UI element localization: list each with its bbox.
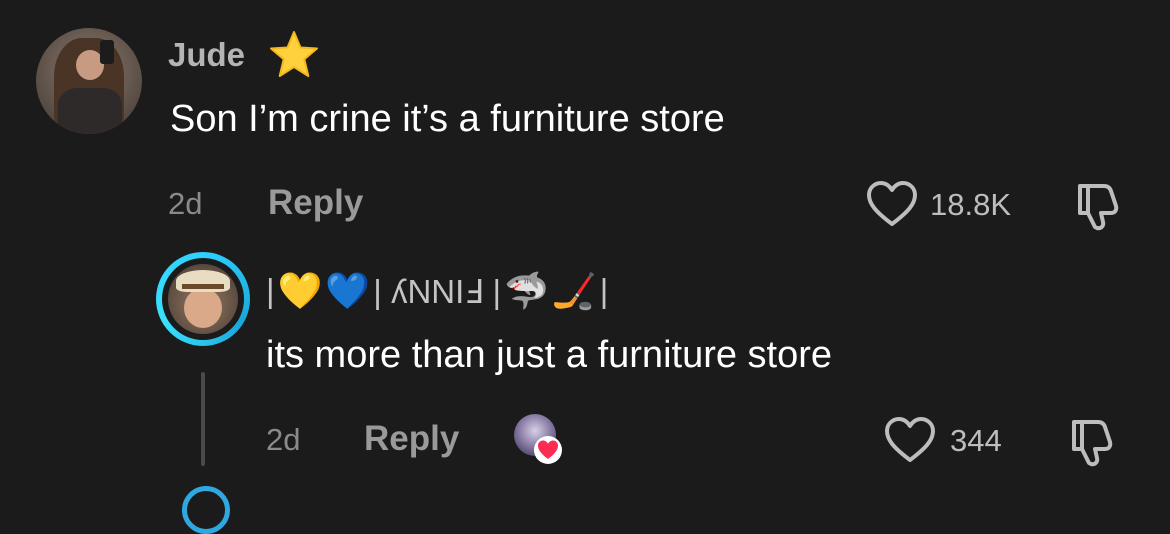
dislike-icon[interactable]: [1066, 416, 1118, 468]
comment-text: Son I’m crine it’s a furniture store: [170, 98, 725, 140]
avatar-finny[interactable]: [168, 264, 238, 334]
heart-icon[interactable]: [866, 180, 918, 228]
dislike-icon[interactable]: [1072, 180, 1124, 232]
comment-age: 2d: [168, 186, 203, 221]
avatar-story-ring[interactable]: [156, 252, 250, 346]
reply-button[interactable]: Reply: [268, 183, 363, 223]
star-icon: [268, 30, 320, 80]
avatar-shirt: [58, 88, 122, 134]
thread-line: [201, 372, 205, 466]
username-part: | ʎNNIℲ |: [373, 272, 502, 310]
heart-icon[interactable]: [884, 416, 936, 464]
hockey-emoji: 🏒: [551, 270, 597, 311]
avatar-hat-band: [182, 284, 224, 289]
yellow-heart-emoji: 💛: [277, 270, 323, 311]
like-count: 18.8K: [930, 187, 1012, 222]
avatar-phone: [100, 40, 114, 64]
reply-button[interactable]: Reply: [364, 419, 459, 459]
shark-emoji: 🦈: [504, 270, 549, 311]
avatar-face: [184, 288, 222, 328]
reply-username[interactable]: | 💛 💙 | ʎNNIℲ | 🦈 🏒 |: [266, 270, 608, 312]
comment-username[interactable]: Jude: [168, 36, 245, 74]
username-part: |: [599, 272, 609, 309]
next-avatar-ring[interactable]: [182, 486, 230, 534]
username-part: |: [266, 272, 275, 309]
avatar-ring-gap: [162, 258, 244, 340]
creator-liked-badge: [514, 414, 562, 464]
avatar-jude[interactable]: [36, 28, 142, 134]
comment-age: 2d: [266, 422, 301, 457]
blue-heart-emoji: 💙: [325, 270, 371, 311]
comment-text: its more than just a furniture store: [266, 334, 833, 376]
like-count: 344: [950, 423, 1002, 458]
heart-icon: [534, 436, 562, 464]
